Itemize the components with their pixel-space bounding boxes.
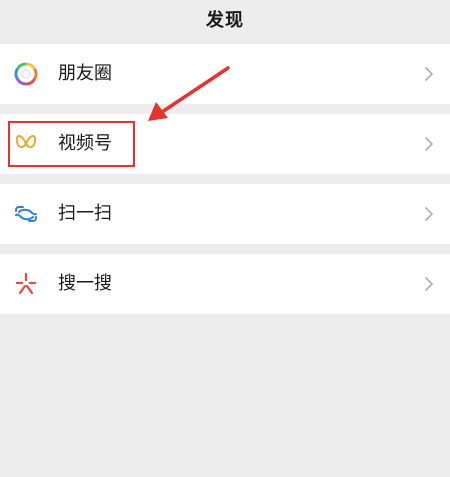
menu-item-scan[interactable]: 扫一扫 bbox=[0, 184, 450, 244]
chevron-right-icon bbox=[425, 67, 433, 81]
menu-item-label: 朋友圈 bbox=[58, 63, 112, 84]
menu-item-label: 扫一扫 bbox=[58, 203, 112, 224]
moments-icon bbox=[14, 62, 38, 86]
chevron-right-icon bbox=[425, 277, 433, 291]
chevron-right-icon bbox=[425, 207, 433, 221]
scan-icon bbox=[15, 206, 37, 222]
menu-item-search[interactable]: 搜一搜 bbox=[0, 254, 450, 314]
menu-item-label: 搜一搜 bbox=[58, 273, 112, 294]
navigation-bar: 发现 bbox=[0, 0, 450, 40]
page-title: 发现 bbox=[206, 10, 244, 31]
chevron-right-icon bbox=[425, 137, 433, 151]
menu-item-channels[interactable]: 视频号 bbox=[0, 114, 450, 174]
search-icon bbox=[15, 272, 37, 295]
menu-item-label: 视频号 bbox=[58, 133, 112, 154]
channels-icon bbox=[15, 135, 37, 149]
menu-item-moments[interactable]: 朋友圈 bbox=[0, 44, 450, 104]
